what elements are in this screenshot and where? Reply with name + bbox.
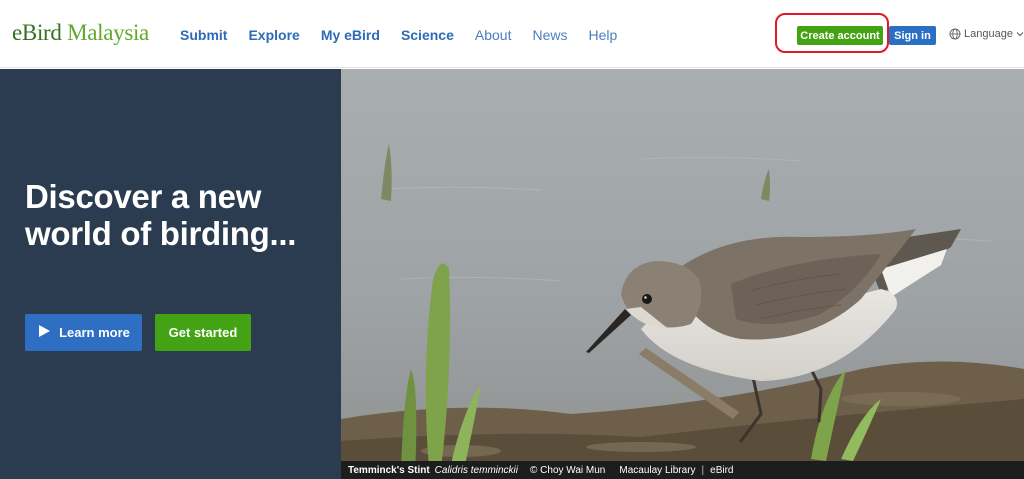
photo-caption: Temminck's Stint Calidris temminckii © C… — [341, 461, 1024, 479]
get-started-button[interactable]: Get started — [155, 314, 251, 351]
nav-news[interactable]: News — [532, 27, 567, 43]
hero-title: Discover a new world of birding... — [25, 178, 297, 252]
caption-credit: © Choy Wai Mun — [530, 464, 606, 476]
nav-about[interactable]: About — [475, 27, 512, 43]
logo-ebird-text: eBird — [12, 20, 62, 45]
site-header: eBird Malaysia Submit Explore My eBird S… — [0, 0, 1024, 68]
caption-species[interactable]: Temminck's Stint — [348, 465, 430, 476]
learn-more-label: Learn more — [59, 325, 130, 340]
sign-in-button[interactable]: Sign in — [889, 26, 936, 45]
nav-explore[interactable]: Explore — [248, 27, 299, 43]
hero-bird-photo — [341, 69, 1024, 479]
create-account-button[interactable]: Create account — [797, 26, 883, 45]
nav-my-ebird[interactable]: My eBird — [321, 27, 380, 43]
caption-library[interactable]: Macaulay Library — [619, 465, 695, 476]
chevron-down-icon — [1016, 30, 1024, 38]
nav-help[interactable]: Help — [588, 27, 617, 43]
learn-more-button[interactable]: Learn more — [25, 314, 142, 351]
logo-region-text: Malaysia — [67, 20, 149, 45]
caption-source[interactable]: eBird — [710, 465, 733, 476]
play-icon — [37, 324, 51, 341]
language-selector[interactable]: Language — [949, 28, 1024, 40]
globe-icon — [949, 28, 961, 40]
site-logo[interactable]: eBird Malaysia — [12, 20, 149, 46]
hero-panel — [0, 69, 341, 479]
main-nav: Submit Explore My eBird Science About Ne… — [180, 27, 638, 43]
caption-scientific-name: Calidris temminckii — [434, 464, 519, 476]
language-label: Language — [964, 28, 1013, 40]
nav-submit[interactable]: Submit — [180, 27, 227, 43]
caption-separator: | — [701, 464, 705, 476]
nav-science[interactable]: Science — [401, 27, 454, 43]
